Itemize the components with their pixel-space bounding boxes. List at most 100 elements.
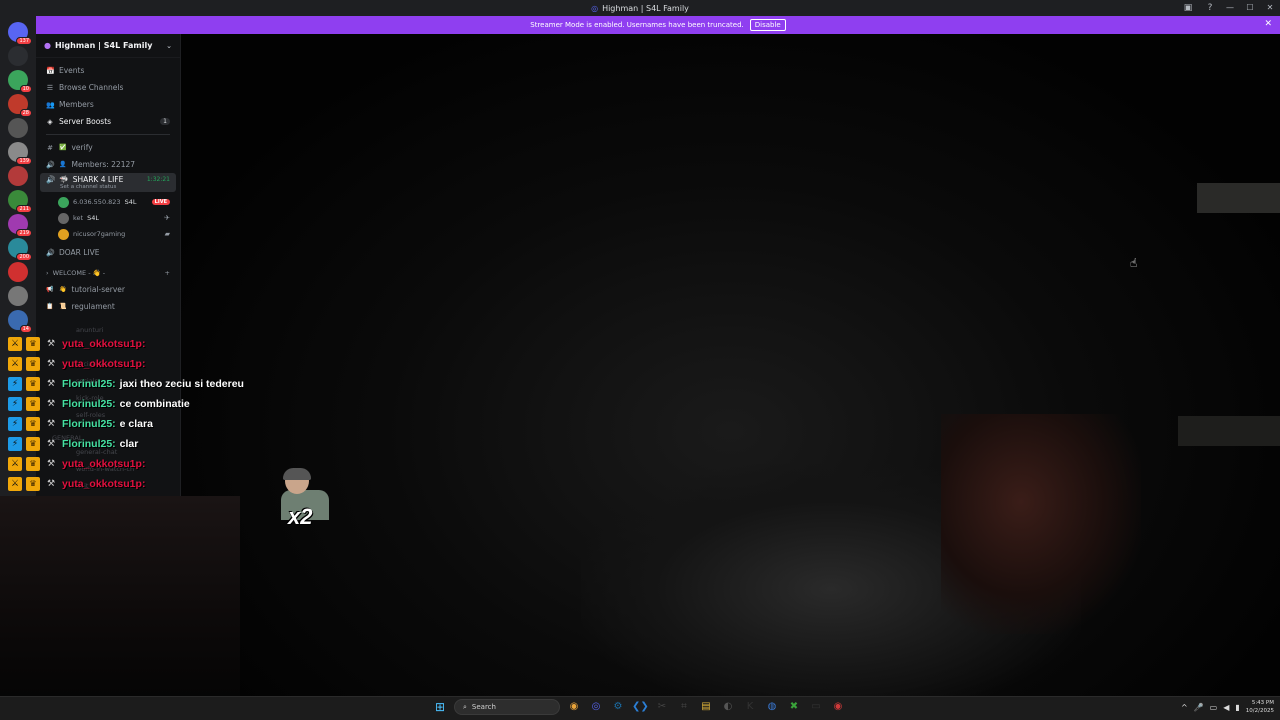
server-icon[interactable]: [8, 166, 28, 186]
unread-badge: 139: [16, 157, 32, 165]
chat-badge-icon: ⚔: [8, 337, 22, 351]
volume-icon[interactable]: ◀: [1223, 703, 1229, 712]
voice-username: 6.036.550.823: [73, 198, 121, 206]
server-name: Highman | S4L Family: [54, 41, 153, 50]
chat-text: clar: [119, 438, 139, 450]
divider: [46, 134, 170, 135]
channel-item[interactable]: 📋 📜 regulament: [36, 298, 180, 315]
server-icon[interactable]: [8, 262, 28, 282]
voice-channel-item[interactable]: 🔊 DOAR LIVE: [36, 244, 180, 261]
voice-user[interactable]: nicusor7gaming ▰: [36, 226, 180, 242]
server-menu-item[interactable]: ☰ Browse Channels: [36, 79, 180, 96]
server-menu-item[interactable]: 📅 Events: [36, 62, 180, 79]
folder-icon[interactable]: ▤: [698, 699, 714, 715]
mic-icon[interactable]: 🎤: [1194, 703, 1204, 712]
voice-user[interactable]: ket S4L ✈: [36, 210, 180, 226]
category-welcome[interactable]: › WELCOME - 👋 - +: [36, 265, 180, 281]
taskbar-search[interactable]: ⌕ Search: [454, 699, 560, 715]
video-figure-highlight: [941, 414, 1141, 634]
server-header[interactable]: ● Highman | S4L Family ⌄: [36, 34, 180, 58]
emote-hat: [283, 468, 311, 480]
maximize-button[interactable]: ☐: [1240, 0, 1260, 16]
chat-message: ⚔ ♛ ⚒ yuta_okkotsu1p:: [0, 334, 260, 354]
chat-badge-icon: ⚔: [8, 457, 22, 471]
close-window-button[interactable]: ✕: [1260, 0, 1280, 16]
voice-user[interactable]: 6.036.550.823 S4L LIVE: [36, 194, 180, 210]
network-icon[interactable]: ▭: [1210, 703, 1218, 712]
server-icon[interactable]: 211: [8, 190, 32, 213]
live-badge: LIVE: [151, 199, 170, 205]
unread-badge: 211: [16, 205, 32, 213]
battery-icon[interactable]: ▮: [1235, 703, 1239, 712]
shark-icon: 🦈: [59, 175, 69, 184]
server-icon[interactable]: 219: [8, 214, 32, 237]
capcut-icon[interactable]: ✂: [654, 699, 670, 715]
voice-channel-active[interactable]: 🔊 🦈 SHARK 4 LIFE 1:32:21 Set a channel s…: [40, 173, 176, 192]
close-icon[interactable]: ✕: [1264, 19, 1272, 29]
chrome-icon[interactable]: ◉: [566, 699, 582, 715]
xbox-icon[interactable]: ✖: [786, 699, 802, 715]
disable-streamer-mode-button[interactable]: Disable: [749, 19, 786, 31]
obs-icon[interactable]: ◉: [830, 699, 846, 715]
kick-icon[interactable]: K: [742, 699, 758, 715]
chevron-up-icon[interactable]: ^: [1181, 703, 1188, 712]
channel-item[interactable]: 📢 👋 tutorial-server: [36, 281, 180, 298]
server-icon[interactable]: 28: [8, 94, 32, 117]
minimize-button[interactable]: —: [1220, 0, 1240, 16]
server-icon[interactable]: 137: [8, 22, 32, 45]
menu-icon: ◈: [47, 117, 53, 126]
chat-badge-icon: ⚔: [8, 357, 22, 371]
voice-username: ket: [73, 214, 84, 222]
voice-channel-name: SHARK 4 LIFE: [72, 175, 124, 184]
menu-icon: 👥: [46, 100, 55, 109]
unread-badge: 219: [16, 229, 32, 237]
server-menu-item[interactable]: ◈ Server Boosts 1: [36, 113, 180, 130]
windows-start-icon[interactable]: ⊞: [432, 699, 448, 715]
clock[interactable]: 5:43 PM 10/2/2025: [1246, 699, 1274, 715]
channel-item[interactable]: 🔊 👤 Members: 22127: [36, 156, 180, 173]
server-icon[interactable]: [8, 118, 28, 138]
server-icon[interactable]: 200: [8, 238, 32, 261]
chat-text: e clara: [119, 418, 153, 430]
app-icon[interactable]: ◐: [720, 699, 736, 715]
role-tag: S4L: [124, 198, 137, 206]
channel-status[interactable]: Set a channel status: [46, 184, 170, 190]
speaker-icon: 🔊: [46, 248, 55, 257]
discord-icon[interactable]: ◎: [588, 699, 604, 715]
chat-message: ⚔ ♛ ⚒ yuta_okkotsu1p:: [0, 474, 260, 494]
chat-username: yuta_okkotsu1p:: [62, 478, 146, 490]
sword-badge-icon: ⚒: [46, 399, 56, 409]
server-icon[interactable]: [8, 286, 28, 306]
inbox-icon[interactable]: ▣: [1182, 2, 1194, 14]
gpu-icon[interactable]: ▭: [808, 699, 824, 715]
unread-badge: 28: [19, 109, 32, 117]
server-icon[interactable]: 10: [8, 70, 32, 93]
sword-badge-icon: ⚒: [46, 479, 56, 489]
server-icon[interactable]: 139: [8, 142, 32, 165]
server-menu-item[interactable]: 👥 Members: [36, 96, 180, 113]
banner-text: Streamer Mode is enabled. Usernames have…: [530, 21, 744, 29]
channel-item[interactable]: # ✅ verify: [36, 139, 180, 156]
help-icon[interactable]: ?: [1204, 2, 1216, 14]
avatar: [58, 196, 69, 208]
count-badge: 1: [160, 118, 170, 125]
channel-label: DOAR LIVE: [59, 248, 100, 257]
stream-chat-overlay: ⚔ ♛ ⚒ yuta_okkotsu1p: ⚔ ♛ ⚒ yuta_okkotsu1p: ⚡ ♛ ⚒ F…: [0, 334, 260, 494]
add-channel-icon[interactable]: +: [165, 269, 170, 277]
server-icon[interactable]: 14: [8, 310, 32, 333]
calculator-icon[interactable]: ⌗: [676, 699, 692, 715]
steam-icon[interactable]: ⚙: [610, 699, 626, 715]
channel-type-icon: 📋: [46, 302, 54, 310]
channel-item[interactable]: anunturi: [76, 326, 104, 334]
browser-icon[interactable]: ◍: [764, 699, 780, 715]
server-icon[interactable]: [8, 46, 28, 66]
sword-badge-icon: ⚒: [46, 459, 56, 469]
emote-multiplier: x2: [288, 504, 313, 529]
role-tag: S4L: [87, 214, 99, 222]
webcam-overlay: [0, 496, 240, 696]
menu-label: Browse Channels: [59, 83, 124, 92]
vscode-icon[interactable]: ❮❯: [632, 699, 649, 715]
chat-username: Florinul25:: [62, 438, 116, 450]
category-label: WELCOME - 👋 -: [52, 269, 106, 277]
sword-badge-icon: ⚒: [46, 439, 56, 449]
